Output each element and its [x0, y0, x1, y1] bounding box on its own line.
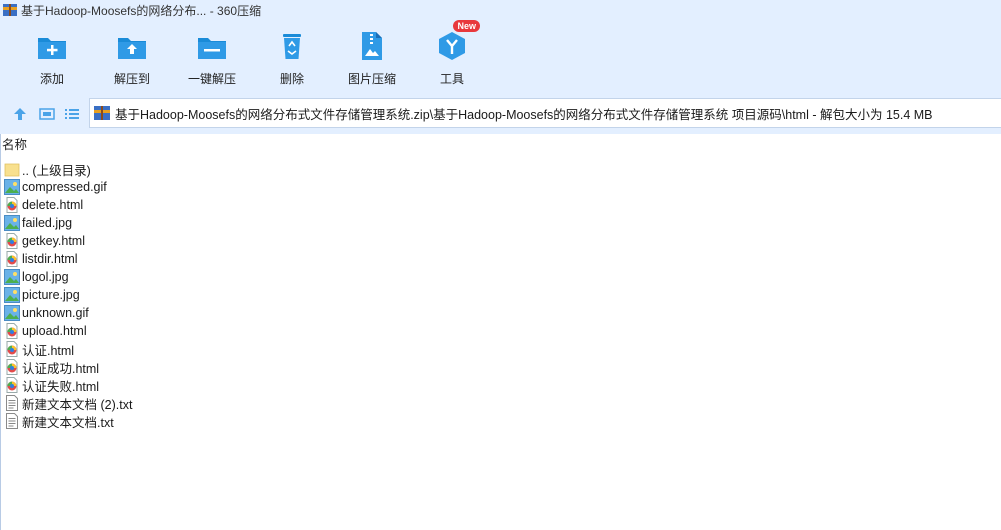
- image-compress-icon: [356, 30, 388, 62]
- thumbnail-view-icon[interactable]: [37, 104, 57, 124]
- extract-to-button[interactable]: 解压到: [92, 30, 172, 90]
- image-file-icon: [4, 179, 20, 195]
- html-file-icon: [4, 377, 20, 393]
- one-click-extract-icon: [196, 30, 228, 62]
- html-file-icon: [4, 233, 20, 249]
- list-item[interactable]: failed.jpg: [1, 214, 1001, 232]
- image-file-icon: [4, 269, 20, 285]
- list-item[interactable]: .. (上级目录): [1, 160, 1001, 178]
- image-compress-button[interactable]: 图片压缩: [332, 30, 412, 90]
- add-button[interactable]: 添加: [12, 30, 92, 90]
- delete-button[interactable]: 删除: [252, 30, 332, 90]
- add-box-icon: [36, 30, 68, 62]
- column-header-name[interactable]: 名称: [1, 134, 1001, 157]
- list-item[interactable]: 认证.html: [1, 340, 1001, 358]
- text-file-icon: [4, 413, 20, 429]
- list-item[interactable]: 新建文本文档.txt: [1, 412, 1001, 430]
- tools-label: 工具: [439, 72, 464, 86]
- html-file-icon: [4, 341, 20, 357]
- image-file-icon: [4, 287, 20, 303]
- tools-button[interactable]: New 工具: [412, 20, 492, 90]
- add-label: 添加: [39, 72, 64, 86]
- list-view-icon[interactable]: [62, 104, 82, 124]
- archive-path: 基于Hadoop-Moosefs的网络分布式文件存储管理系统.zip\基于Had…: [115, 107, 933, 122]
- list-item[interactable]: 认证失败.html: [1, 376, 1001, 394]
- recycle-delete-icon: [276, 30, 308, 62]
- list-item[interactable]: upload.html: [1, 322, 1001, 340]
- image-compress-label: 图片压缩: [347, 72, 396, 86]
- list-item[interactable]: delete.html: [1, 196, 1001, 214]
- html-file-icon: [4, 197, 20, 213]
- list-item[interactable]: compressed.gif: [1, 178, 1001, 196]
- file-rows: .. (上级目录) compressed.gif delete.html fai…: [1, 157, 1001, 430]
- zip-archive-icon: [3, 3, 17, 17]
- folder-icon: [4, 161, 20, 177]
- file-list: 名称 .. (上级目录) compressed.gif delete.html …: [0, 134, 1001, 530]
- list-item[interactable]: logol.jpg: [1, 268, 1001, 286]
- extract-to-icon: [116, 30, 148, 62]
- toolbar: 添加 解压到 一键解压 删除 图片压缩 New 工具: [0, 20, 1001, 94]
- up-level-icon[interactable]: [10, 104, 30, 124]
- address-bar[interactable]: 基于Hadoop-Moosefs的网络分布式文件存储管理系统.zip\基于Had…: [89, 98, 1001, 128]
- html-file-icon: [4, 323, 20, 339]
- delete-label: 删除: [279, 72, 304, 86]
- one-click-extract-button[interactable]: 一键解压: [172, 30, 252, 90]
- list-item[interactable]: picture.jpg: [1, 286, 1001, 304]
- list-item[interactable]: unknown.gif: [1, 304, 1001, 322]
- list-item[interactable]: 新建文本文档 (2).txt: [1, 394, 1001, 412]
- title-bar: 基于Hadoop-Moosefs的网络分布... - 360压缩: [0, 0, 1001, 20]
- tools-icon: New: [436, 20, 480, 62]
- one-click-extract-label: 一键解压: [187, 72, 236, 86]
- list-item[interactable]: getkey.html: [1, 232, 1001, 250]
- image-file-icon: [4, 305, 20, 321]
- navigation-bar: 基于Hadoop-Moosefs的网络分布式文件存储管理系统.zip\基于Had…: [0, 94, 1001, 134]
- text-file-icon: [4, 395, 20, 411]
- html-file-icon: [4, 359, 20, 375]
- window-title: 基于Hadoop-Moosefs的网络分布... - 360压缩: [21, 3, 262, 18]
- zip-archive-icon: [94, 105, 110, 121]
- list-item[interactable]: 认证成功.html: [1, 358, 1001, 376]
- new-badge: New: [453, 20, 480, 32]
- html-file-icon: [4, 251, 20, 267]
- extract-to-label: 解压到: [113, 72, 150, 86]
- image-file-icon: [4, 215, 20, 231]
- list-item[interactable]: listdir.html: [1, 250, 1001, 268]
